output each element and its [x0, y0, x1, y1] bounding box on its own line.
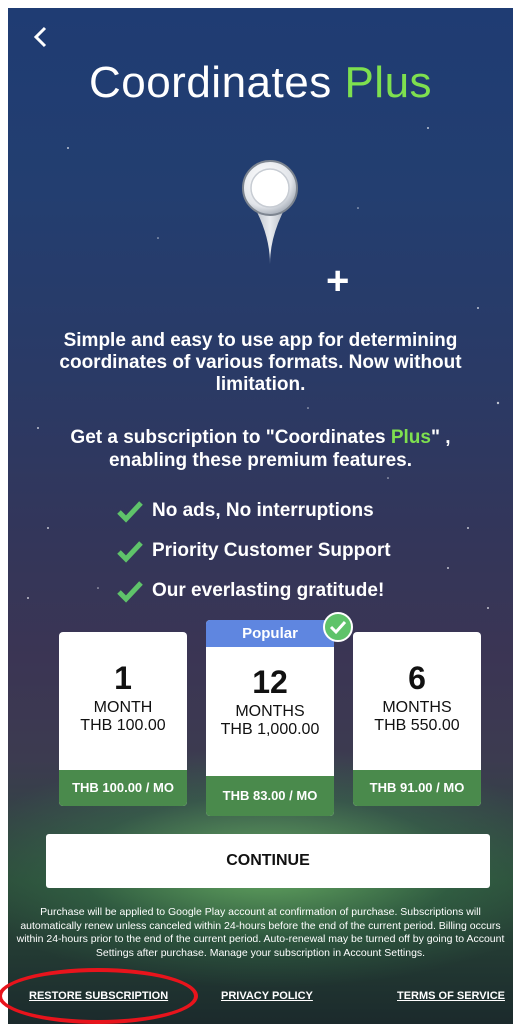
plan-card-6-months[interactable]: 6 MONTHS THB 550.00 THB 91.00 / MO [353, 632, 481, 806]
app-title: Coordinates Plus [8, 58, 513, 108]
terms-of-service-link[interactable]: TERMS OF SERVICE [397, 990, 505, 1002]
title-main: Coordinates [88, 58, 332, 107]
prompt-accent: Plus [390, 427, 431, 448]
feature-list: No ads, No interruptions Priority Custom… [116, 491, 436, 611]
checkmark-icon [117, 501, 143, 523]
location-pin-icon [242, 160, 298, 264]
feature-label: Our everlasting gratitude! [152, 580, 385, 601]
feature-label: Priority Customer Support [152, 540, 391, 561]
prompt-text-start: Get a subscription to "Coordinates [70, 427, 391, 448]
app-description: Simple and easy to use app for determini… [59, 330, 462, 395]
legal-disclaimer: Purchase will be applied to Google Play … [16, 906, 505, 959]
chevron-left-icon [33, 26, 47, 48]
plan-count: 1 [114, 660, 132, 696]
feature-item: Priority Customer Support [116, 531, 436, 571]
continue-button[interactable]: CONTINUE [46, 834, 490, 888]
plan-card-1-month[interactable]: 1 MONTH THB 100.00 THB 100.00 / MO [59, 632, 187, 806]
subscription-prompt: Get a subscription to "Coordinates Plus"… [48, 426, 473, 472]
plan-per-month: THB 91.00 / MO [353, 770, 481, 806]
selected-check-icon [323, 612, 353, 642]
plan-card-12-months[interactable]: Popular 12 MONTHS THB 1,000.00 THB 83.00… [206, 620, 334, 816]
plan-price: THB 1,000.00 [220, 721, 320, 738]
plan-count: 6 [408, 660, 426, 696]
checkmark-icon [117, 581, 143, 603]
plan-price: THB 100.00 [80, 717, 166, 734]
plan-per-month: THB 83.00 / MO [206, 776, 334, 816]
highlight-circle [0, 968, 198, 1024]
checkmark-icon [117, 541, 143, 563]
plan-count: 12 [252, 664, 288, 700]
feature-item: Our everlasting gratitude! [116, 571, 436, 611]
feature-label: No ads, No interruptions [152, 500, 374, 521]
back-button[interactable] [32, 22, 62, 52]
subscription-screen: Coordinates Plus + Simple and easy to us… [8, 8, 513, 1024]
popular-badge: Popular [206, 620, 334, 647]
plan-price: THB 550.00 [374, 717, 460, 734]
title-accent: Plus [344, 58, 433, 107]
plus-sign-icon: + [326, 259, 350, 303]
plan-per-month: THB 100.00 / MO [59, 770, 187, 806]
plan-unit: MONTH [93, 699, 153, 716]
plan-unit: MONTHS [235, 703, 305, 720]
feature-item: No ads, No interruptions [116, 491, 436, 531]
privacy-policy-link[interactable]: PRIVACY POLICY [221, 990, 313, 1002]
plan-unit: MONTHS [382, 699, 452, 716]
